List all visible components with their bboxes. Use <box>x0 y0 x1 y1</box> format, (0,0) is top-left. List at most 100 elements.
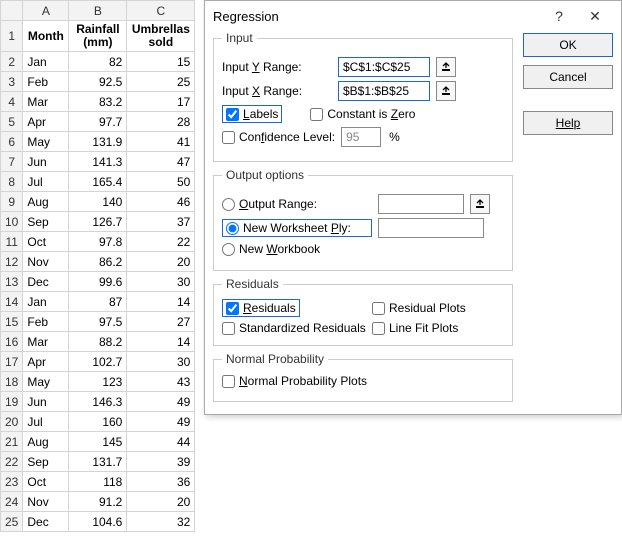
collapse-icon[interactable] <box>436 81 456 101</box>
cell-month[interactable]: Jul <box>23 172 69 192</box>
cell-rainfall[interactable]: 97.7 <box>69 112 127 132</box>
row-header[interactable]: 23 <box>1 472 23 492</box>
col-header-C[interactable]: C <box>127 1 195 21</box>
row-header[interactable]: 19 <box>1 392 23 412</box>
row-header[interactable]: 4 <box>1 92 23 112</box>
new-workbook-radio[interactable]: New Workbook <box>222 242 320 256</box>
cell-month[interactable]: Dec <box>23 272 69 292</box>
cell-month[interactable]: Jun <box>23 392 69 412</box>
cell-rainfall[interactable]: 83.2 <box>69 92 127 112</box>
cell-rainfall[interactable]: 165.4 <box>69 172 127 192</box>
ok-button[interactable]: OK <box>523 33 613 57</box>
cell-rainfall[interactable]: 104.6 <box>69 512 127 532</box>
cell-rainfall[interactable]: 131.9 <box>69 132 127 152</box>
cell-rainfall[interactable]: 88.2 <box>69 332 127 352</box>
cell-month[interactable]: Apr <box>23 112 69 132</box>
row-header[interactable]: 1 <box>1 21 23 52</box>
cell-rainfall[interactable]: 118 <box>69 472 127 492</box>
cell-month[interactable]: Feb <box>23 72 69 92</box>
cell-umbrellas[interactable]: 30 <box>127 352 195 372</box>
confidence-level-input[interactable] <box>341 127 381 147</box>
cell-month[interactable]: Jun <box>23 152 69 172</box>
cell-rainfall[interactable]: 146.3 <box>69 392 127 412</box>
cell-rainfall[interactable]: 82 <box>69 52 127 72</box>
cell-rainfall[interactable]: 92.5 <box>69 72 127 92</box>
cell-umbrellas[interactable]: 41 <box>127 132 195 152</box>
residuals-checkbox[interactable]: Residuals <box>226 301 296 315</box>
cell-month[interactable]: Oct <box>23 232 69 252</box>
cell-month[interactable]: Dec <box>23 512 69 532</box>
cell-month[interactable]: Mar <box>23 332 69 352</box>
cell-umbrellas[interactable]: 49 <box>127 412 195 432</box>
row-header[interactable]: 5 <box>1 112 23 132</box>
row-header[interactable]: 8 <box>1 172 23 192</box>
row-header[interactable]: 16 <box>1 332 23 352</box>
cell-umbrellas[interactable]: 44 <box>127 432 195 452</box>
cell-rainfall[interactable]: 87 <box>69 292 127 312</box>
labels-checkbox[interactable]: Labels <box>226 107 278 121</box>
cell-month[interactable]: Jan <box>23 292 69 312</box>
cell-umbrellas[interactable]: 14 <box>127 292 195 312</box>
new-worksheet-ply-input[interactable] <box>378 218 484 238</box>
output-range-input[interactable] <box>378 194 464 214</box>
cell-month[interactable]: Nov <box>23 492 69 512</box>
standardized-residuals-checkbox[interactable]: Standardized Residuals <box>222 321 372 335</box>
cell-rainfall[interactable]: 126.7 <box>69 212 127 232</box>
row-header[interactable]: 15 <box>1 312 23 332</box>
row-header[interactable]: 7 <box>1 152 23 172</box>
cell-umbrellas[interactable]: 20 <box>127 252 195 272</box>
cell-rainfall[interactable]: 97.5 <box>69 312 127 332</box>
header-month[interactable]: Month <box>23 21 69 52</box>
cell-month[interactable]: May <box>23 132 69 152</box>
cell-umbrellas[interactable]: 49 <box>127 392 195 412</box>
row-header[interactable]: 21 <box>1 432 23 452</box>
cell-month[interactable]: Oct <box>23 472 69 492</box>
row-header[interactable]: 18 <box>1 372 23 392</box>
new-worksheet-ply-radio[interactable]: New Worksheet Ply: <box>226 221 368 235</box>
cell-month[interactable]: Sep <box>23 212 69 232</box>
cell-rainfall[interactable]: 91.2 <box>69 492 127 512</box>
cell-rainfall[interactable]: 97.8 <box>69 232 127 252</box>
col-header-A[interactable]: A <box>23 1 69 21</box>
cell-month[interactable]: Jan <box>23 52 69 72</box>
row-header[interactable]: 2 <box>1 52 23 72</box>
cell-umbrellas[interactable]: 46 <box>127 192 195 212</box>
cell-month[interactable]: Mar <box>23 92 69 112</box>
cell-rainfall[interactable]: 160 <box>69 412 127 432</box>
dialog-titlebar[interactable]: Regression ? ✕ <box>205 1 621 31</box>
cell-month[interactable]: Aug <box>23 432 69 452</box>
cell-umbrellas[interactable]: 39 <box>127 452 195 472</box>
row-header[interactable]: 9 <box>1 192 23 212</box>
help-button[interactable]: Help <box>523 111 613 135</box>
row-header[interactable]: 25 <box>1 512 23 532</box>
row-header[interactable]: 12 <box>1 252 23 272</box>
normal-probability-plots-checkbox[interactable]: Normal Probability Plots <box>222 374 367 388</box>
collapse-icon[interactable] <box>470 194 490 214</box>
cell-umbrellas[interactable]: 15 <box>127 52 195 72</box>
cell-rainfall[interactable]: 131.7 <box>69 452 127 472</box>
cell-rainfall[interactable]: 140 <box>69 192 127 212</box>
confidence-level-checkbox[interactable]: Confidence Level: <box>222 130 335 144</box>
help-icon[interactable]: ? <box>541 2 577 30</box>
constant-zero-checkbox[interactable]: Constant is Zero <box>310 107 415 121</box>
row-header[interactable]: 20 <box>1 412 23 432</box>
cell-rainfall[interactable]: 141.3 <box>69 152 127 172</box>
cell-rainfall[interactable]: 99.6 <box>69 272 127 292</box>
row-header[interactable]: 22 <box>1 452 23 472</box>
y-range-input[interactable] <box>338 57 430 77</box>
row-header[interactable]: 13 <box>1 272 23 292</box>
output-range-radio[interactable]: Output Range: <box>222 197 372 211</box>
line-fit-plots-checkbox[interactable]: Line Fit Plots <box>372 321 492 335</box>
cell-month[interactable]: Feb <box>23 312 69 332</box>
row-header[interactable]: 11 <box>1 232 23 252</box>
cell-umbrellas[interactable]: 36 <box>127 472 195 492</box>
close-icon[interactable]: ✕ <box>577 2 613 30</box>
cell-umbrellas[interactable]: 28 <box>127 112 195 132</box>
header-rainfall[interactable]: Rainfall (mm) <box>69 21 127 52</box>
collapse-icon[interactable] <box>436 57 456 77</box>
cell-rainfall[interactable]: 86.2 <box>69 252 127 272</box>
cell-umbrellas[interactable]: 43 <box>127 372 195 392</box>
x-range-input[interactable] <box>338 81 430 101</box>
cell-umbrellas[interactable]: 30 <box>127 272 195 292</box>
residual-plots-checkbox[interactable]: Residual Plots <box>372 299 492 317</box>
